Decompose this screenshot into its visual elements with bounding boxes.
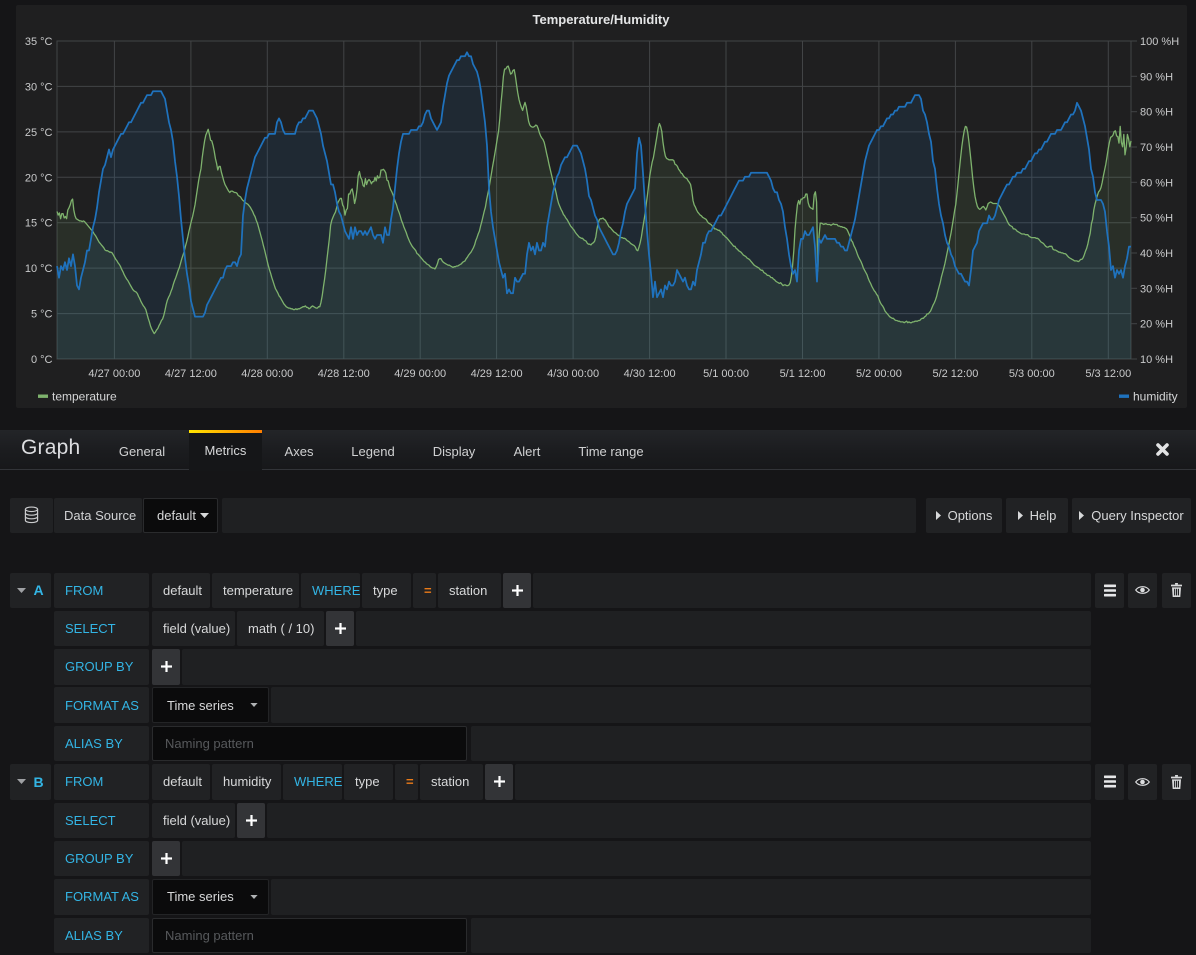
svg-text:5/3 00:00: 5/3 00:00: [1009, 368, 1055, 380]
svg-text:4/27 12:00: 4/27 12:00: [165, 368, 217, 380]
svg-text:5/2 00:00: 5/2 00:00: [856, 368, 902, 380]
svg-text:30 %H: 30 %H: [1140, 283, 1173, 295]
svg-text:4/29 00:00: 4/29 00:00: [394, 368, 446, 380]
svg-text:0 °C: 0 °C: [31, 354, 53, 366]
svg-text:humidity: humidity: [1133, 390, 1178, 404]
svg-text:70 %H: 70 %H: [1140, 142, 1173, 154]
svg-text:Temperature/Humidity: Temperature/Humidity: [532, 12, 670, 27]
svg-text:4/28 12:00: 4/28 12:00: [318, 368, 370, 380]
svg-text:35 °C: 35 °C: [25, 36, 53, 48]
svg-text:4/30 00:00: 4/30 00:00: [547, 368, 599, 380]
svg-text:4/29 12:00: 4/29 12:00: [471, 368, 523, 380]
svg-text:25 °C: 25 °C: [25, 127, 53, 139]
svg-text:5/3 12:00: 5/3 12:00: [1085, 368, 1131, 380]
svg-text:4/30 12:00: 4/30 12:00: [624, 368, 676, 380]
svg-text:5/1 00:00: 5/1 00:00: [703, 368, 749, 380]
svg-text:20 °C: 20 °C: [25, 172, 53, 184]
svg-text:10 °C: 10 °C: [25, 263, 53, 275]
svg-text:30 °C: 30 °C: [25, 81, 53, 93]
svg-text:temperature: temperature: [52, 390, 117, 404]
svg-text:15 °C: 15 °C: [25, 218, 53, 230]
svg-text:90 %H: 90 %H: [1140, 71, 1173, 83]
svg-text:4/27 00:00: 4/27 00:00: [88, 368, 140, 380]
svg-text:5 °C: 5 °C: [31, 309, 53, 321]
svg-text:40 %H: 40 %H: [1140, 248, 1173, 260]
svg-text:4/28 00:00: 4/28 00:00: [241, 368, 293, 380]
svg-text:60 %H: 60 %H: [1140, 177, 1173, 189]
svg-text:80 %H: 80 %H: [1140, 107, 1173, 119]
svg-text:50 %H: 50 %H: [1140, 213, 1173, 225]
svg-text:10 %H: 10 %H: [1140, 354, 1173, 366]
svg-text:100 %H: 100 %H: [1140, 36, 1179, 48]
svg-text:20 %H: 20 %H: [1140, 319, 1173, 331]
svg-text:5/1 12:00: 5/1 12:00: [780, 368, 826, 380]
svg-text:5/2 12:00: 5/2 12:00: [932, 368, 978, 380]
